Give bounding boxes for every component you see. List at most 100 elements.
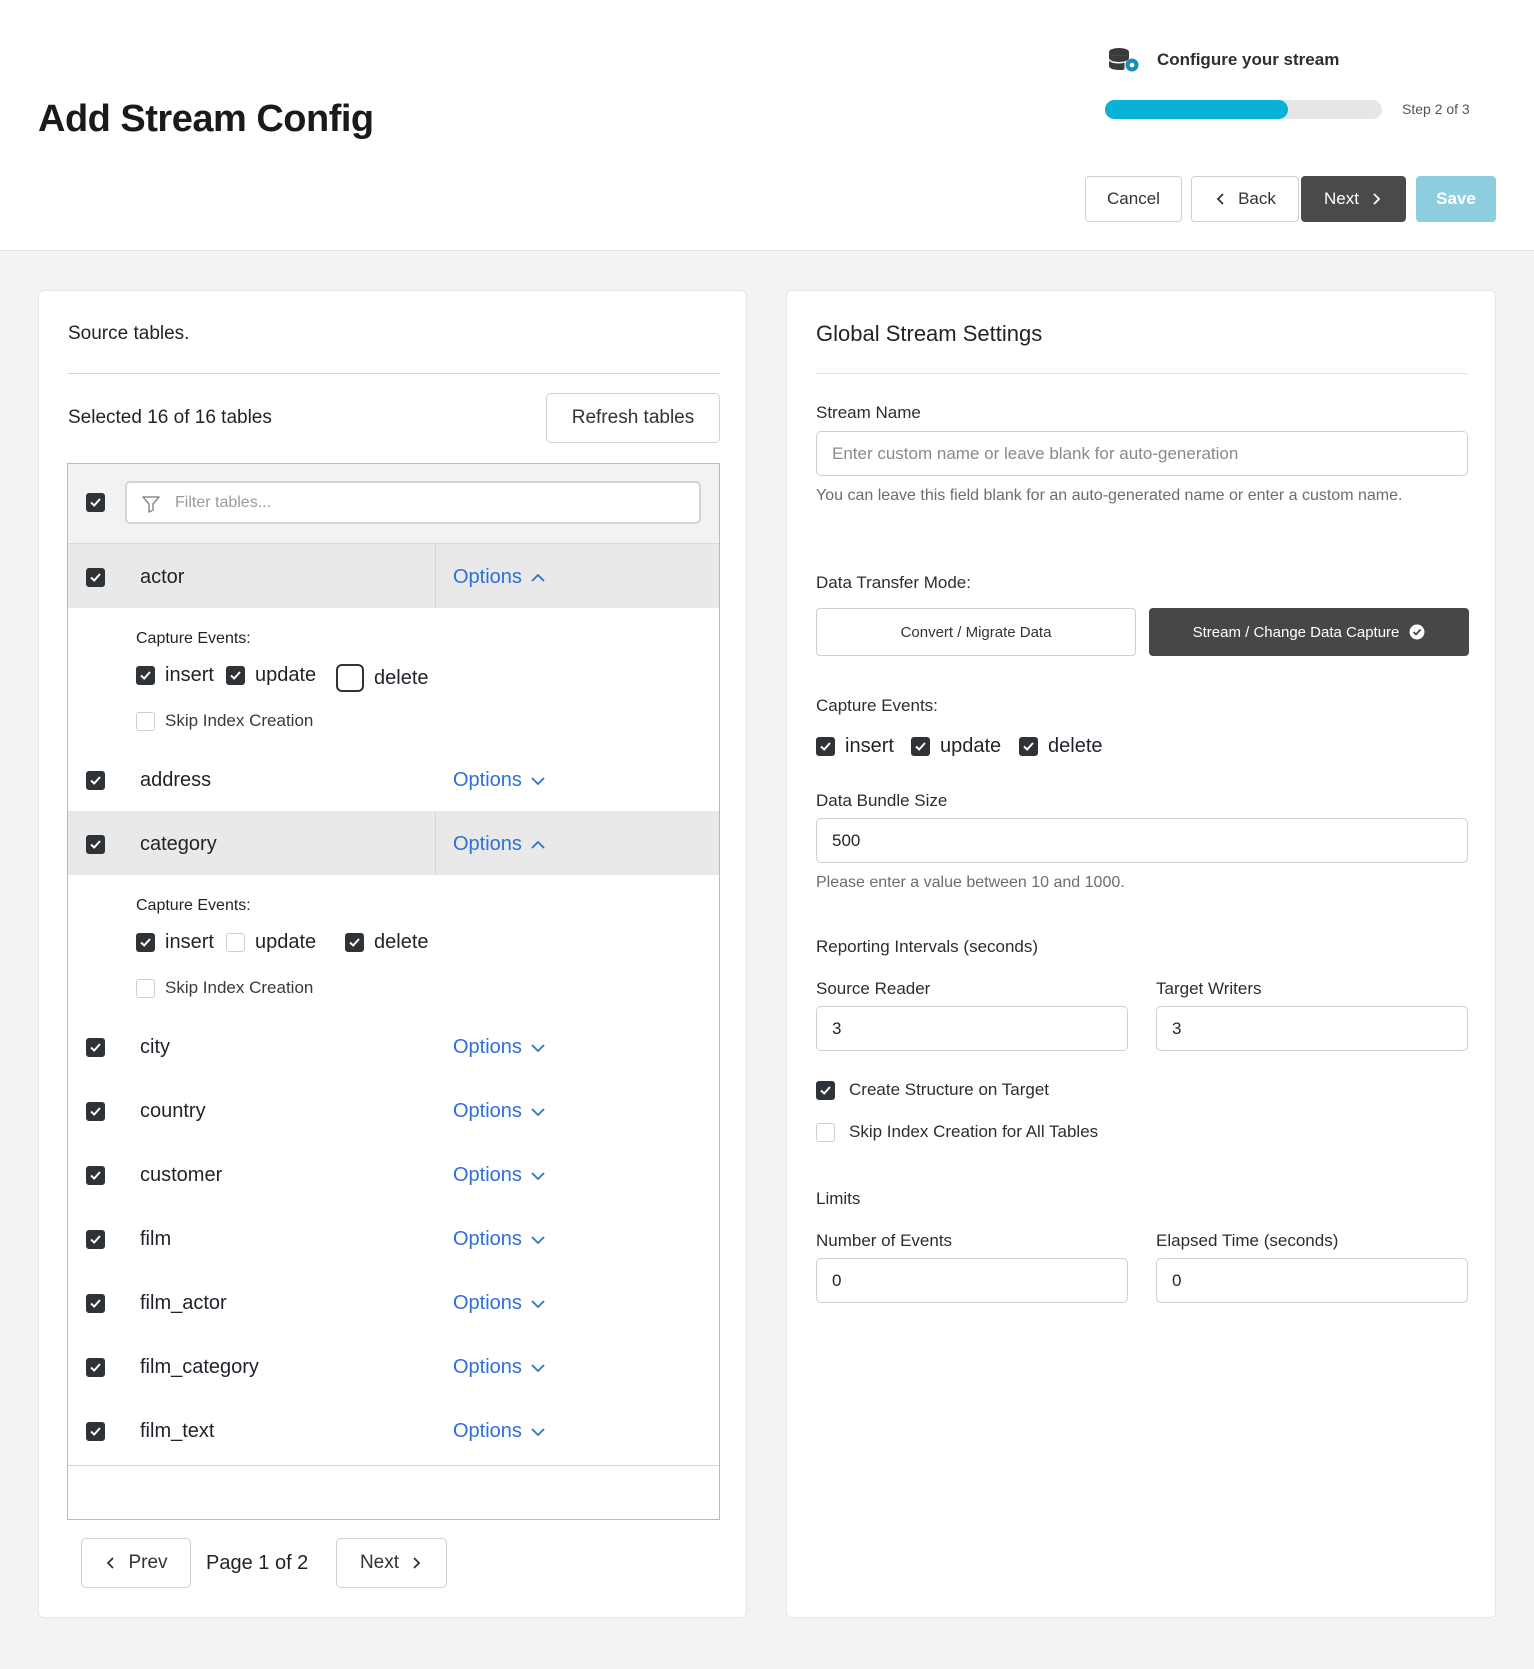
options-toggle[interactable]: Options [453, 1036, 546, 1059]
event-delete-checkbox[interactable] [345, 933, 364, 952]
divider [816, 373, 1468, 374]
skip-index-all-option[interactable]: Skip Index Creation for All Tables [816, 1122, 1098, 1142]
options-label: Options [453, 566, 522, 588]
elapsed-time-input[interactable]: 0 [1156, 1258, 1468, 1303]
global-update-checkbox[interactable] [911, 737, 930, 756]
event-insert-checkbox[interactable] [136, 933, 155, 952]
table-checkbox[interactable] [86, 1038, 105, 1057]
event-insert-label: insert [165, 931, 214, 953]
skip-index-checkbox[interactable] [136, 711, 155, 731]
prev-page-button[interactable]: Prev [81, 1538, 191, 1588]
page-header: Add Stream Config Configure your stream … [0, 0, 1534, 251]
table-row[interactable]: film_actor Options [68, 1270, 719, 1338]
table-row[interactable]: category Options [68, 811, 719, 879]
table-row[interactable]: film_category Options [68, 1334, 719, 1402]
skip-index-option[interactable]: Skip Index Creation [136, 978, 313, 998]
options-toggle[interactable]: Options [453, 833, 546, 856]
cancel-button[interactable]: Cancel [1085, 176, 1182, 222]
target-writers-input[interactable]: 3 [1156, 1006, 1468, 1051]
table-name: actor [140, 566, 185, 588]
options-toggle[interactable]: Options [453, 1100, 546, 1123]
table-checkbox[interactable] [86, 1166, 105, 1185]
event-update-checkbox[interactable] [226, 666, 245, 685]
back-button[interactable]: Back [1191, 176, 1299, 222]
options-toggle[interactable]: Options [453, 1228, 546, 1251]
event-update-option[interactable]: update [226, 664, 316, 687]
chevron-down-icon [531, 1171, 545, 1180]
global-delete-checkbox[interactable] [1019, 737, 1038, 756]
global-insert-label: insert [845, 735, 894, 757]
next-page-button[interactable]: Next [336, 1538, 447, 1588]
options-toggle[interactable]: Options [453, 1292, 546, 1315]
options-toggle[interactable]: Options [453, 1356, 546, 1379]
table-row[interactable]: actor Options [68, 544, 719, 612]
event-insert-checkbox[interactable] [136, 666, 155, 685]
skip-index-all-checkbox[interactable] [816, 1122, 835, 1142]
filter-placeholder: Filter tables... [175, 494, 272, 511]
skip-index-option[interactable]: Skip Index Creation [136, 711, 313, 731]
table-checkbox[interactable] [86, 1422, 105, 1441]
table-checkbox[interactable] [86, 1102, 105, 1121]
event-delete-checkbox[interactable] [336, 664, 364, 692]
select-all-checkbox[interactable] [86, 493, 105, 512]
event-update-option[interactable]: update [226, 931, 316, 954]
table-checkbox[interactable] [86, 1358, 105, 1377]
options-toggle[interactable]: Options [453, 769, 546, 792]
next-button[interactable]: Next [1301, 176, 1406, 222]
table-checkbox[interactable] [86, 568, 105, 587]
table-options-panel: Capture Events: insert update delete Skip In… [68, 608, 719, 754]
options-label: Options [453, 1164, 522, 1186]
mode-convert-button[interactable]: Convert / Migrate Data [816, 608, 1136, 656]
table-checkbox[interactable] [86, 1294, 105, 1313]
skip-index-checkbox[interactable] [136, 978, 155, 998]
table-row[interactable]: country Options [68, 1078, 719, 1146]
page-title: Add Stream Config [38, 98, 374, 140]
global-insert-checkbox[interactable] [816, 737, 835, 756]
global-insert-option[interactable]: insert [816, 735, 894, 758]
table-row[interactable]: film Options [68, 1206, 719, 1274]
event-insert-option[interactable]: insert [136, 931, 214, 954]
create-structure-option[interactable]: Create Structure on Target [816, 1080, 1049, 1100]
progress-fill [1105, 100, 1288, 119]
chevron-down-icon [531, 1043, 545, 1052]
table-row[interactable]: city Options [68, 1014, 719, 1082]
source-reader-input[interactable]: 3 [816, 1006, 1128, 1051]
table-checkbox[interactable] [86, 771, 105, 790]
stream-name-input[interactable]: Enter custom name or leave blank for aut… [816, 431, 1468, 476]
global-update-option[interactable]: update [911, 735, 1001, 758]
options-toggle[interactable]: Options [453, 566, 546, 589]
table-row[interactable]: customer Options [68, 1142, 719, 1210]
create-structure-checkbox[interactable] [816, 1080, 835, 1100]
chevron-up-icon [531, 840, 545, 849]
options-toggle[interactable]: Options [453, 1420, 546, 1443]
chevron-right-icon [413, 1557, 421, 1569]
skip-index-label: Skip Index Creation [165, 978, 314, 997]
table-row[interactable]: address Options [68, 747, 719, 815]
refresh-tables-button[interactable]: Refresh tables [546, 393, 720, 443]
event-insert-label: insert [165, 664, 214, 686]
event-update-label: update [255, 664, 317, 686]
table-checkbox[interactable] [86, 1230, 105, 1249]
number-of-events-input[interactable]: 0 [816, 1258, 1128, 1303]
source-reader-label: Source Reader [816, 979, 931, 998]
event-insert-option[interactable]: insert [136, 664, 214, 687]
event-delete-option[interactable]: delete [345, 931, 429, 954]
check-circle-icon [1409, 624, 1425, 640]
database-gear-icon [1109, 48, 1139, 72]
options-label: Options [453, 833, 522, 855]
filter-tables-input[interactable]: Filter tables... [125, 481, 701, 524]
event-delete-option[interactable]: delete [336, 664, 429, 692]
save-button[interactable]: Save [1416, 176, 1496, 222]
mode-stream-button[interactable]: Stream / Change Data Capture [1149, 608, 1469, 656]
options-toggle[interactable]: Options [453, 1164, 546, 1187]
table-checkbox[interactable] [86, 835, 105, 854]
chevron-down-icon [531, 776, 545, 785]
global-delete-option[interactable]: delete [1019, 735, 1103, 758]
bundle-size-input[interactable]: 500 [816, 818, 1468, 863]
event-update-checkbox[interactable] [226, 933, 245, 952]
table-row[interactable]: film_text Options [68, 1398, 719, 1466]
global-settings-card: Global Stream Settings Stream Name Enter… [786, 290, 1496, 1618]
global-settings-title: Global Stream Settings [816, 321, 1043, 346]
limits-label: Limits [816, 1189, 861, 1208]
table-name: film [140, 1228, 172, 1250]
